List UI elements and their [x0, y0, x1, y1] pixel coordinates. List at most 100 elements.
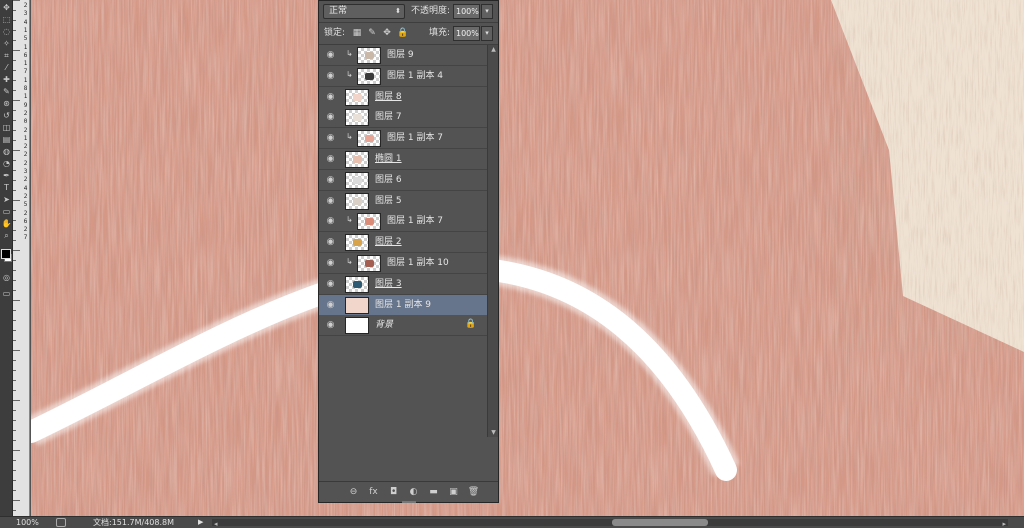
lock-position-icon[interactable]: ✥ — [381, 27, 393, 39]
healing-brush-icon[interactable]: ✚ — [1, 74, 12, 85]
layer-thumbnail[interactable] — [357, 255, 381, 272]
document-share-icon[interactable] — [56, 518, 66, 527]
marquee-icon[interactable]: ⬚ — [1, 14, 12, 25]
blur-icon[interactable]: ◍ — [1, 146, 12, 157]
layer-thumbnail[interactable] — [345, 171, 369, 189]
layer-row[interactable]: ◉ 图层 7 — [319, 107, 487, 129]
visibility-eye-icon[interactable]: ◉ — [325, 216, 336, 227]
layer-name[interactable]: 椭圆 1 — [375, 153, 402, 166]
layer-thumbnail[interactable] — [345, 109, 369, 127]
layer-thumbnail[interactable] — [345, 192, 369, 210]
layer-row[interactable]: ◉ ↳ 图层 1 副本 4 — [319, 65, 487, 87]
lasso-icon[interactable]: ◌ — [1, 26, 12, 37]
lock-transparent-pixels-icon[interactable]: ▦ — [351, 27, 363, 39]
layer-thumbnail[interactable] — [345, 296, 369, 314]
visibility-eye-icon[interactable]: ◉ — [325, 50, 336, 61]
add-mask-icon[interactable]: ◘ — [387, 486, 400, 499]
delete-layer-trash-icon[interactable]: 🗑 — [467, 486, 480, 499]
layer-name[interactable]: 图层 1 副本 7 — [387, 215, 443, 228]
layer-thumbnail[interactable] — [345, 234, 369, 252]
layer-name[interactable]: 图层 7 — [375, 111, 402, 124]
layer-thumbnail[interactable] — [345, 275, 369, 293]
layer-name[interactable]: 图层 1 副本 10 — [387, 257, 449, 270]
hand-icon[interactable]: ✋ — [1, 218, 12, 229]
layer-name[interactable]: 图层 1 副本 7 — [387, 132, 443, 145]
layer-name[interactable]: 图层 5 — [375, 195, 402, 208]
foreground-color-swatch[interactable] — [1, 249, 11, 259]
lock-image-pixels-icon[interactable]: ✎ — [366, 27, 378, 39]
opacity-dropdown-button[interactable]: ▾ — [481, 4, 493, 19]
layers-scrollbar[interactable]: ▲ ▼ — [487, 45, 498, 437]
scroll-left-arrow-icon[interactable]: ◂ — [214, 519, 218, 528]
document-canvas[interactable] — [31, 0, 1024, 516]
status-menu-arrow-icon[interactable]: ▶ — [198, 517, 203, 528]
layer-row[interactable]: ◉ ↳ 图层 1 副本 10 — [319, 253, 487, 274]
layer-row[interactable]: ◉ 图层 3 — [319, 273, 487, 295]
visibility-eye-icon[interactable]: ◉ — [325, 258, 336, 269]
visibility-eye-icon[interactable]: ◉ — [325, 237, 336, 248]
layer-row[interactable]: ◉ 背景 🔒 — [319, 315, 487, 337]
layer-row[interactable]: ◉ ↳ 图层 9 — [319, 45, 487, 66]
layer-thumbnail[interactable] — [357, 130, 381, 148]
scroll-up-arrow-icon[interactable]: ▲ — [489, 46, 498, 53]
quick-select-icon[interactable]: ✧ — [1, 38, 12, 49]
visibility-eye-icon[interactable]: ◉ — [325, 320, 336, 331]
screen-mode-icon[interactable]: ▭ — [1, 288, 12, 299]
dodge-icon[interactable]: ◔ — [1, 158, 12, 169]
path-select-icon[interactable]: ➤ — [1, 194, 12, 205]
visibility-eye-icon[interactable]: ◉ — [325, 196, 336, 207]
type-icon[interactable]: T — [1, 182, 12, 193]
horizontal-scroll-thumb[interactable] — [612, 519, 708, 526]
zoom-icon[interactable]: ⌕ — [1, 230, 12, 241]
zoom-level[interactable]: 100% — [16, 517, 39, 528]
visibility-eye-icon[interactable]: ◉ — [325, 133, 336, 144]
layer-name[interactable]: 图层 3 — [375, 278, 402, 291]
layer-name[interactable]: 图层 9 — [387, 49, 414, 62]
layer-row[interactable]: ◉ 椭圆 1 — [319, 149, 487, 170]
layer-row[interactable]: ◉ 图层 2 — [319, 232, 487, 254]
crop-icon[interactable]: ⌗ — [1, 50, 12, 61]
new-layer-icon[interactable]: ▣ — [447, 486, 460, 499]
visibility-eye-icon[interactable]: ◉ — [325, 175, 336, 186]
layer-thumbnail[interactable] — [357, 67, 381, 85]
opacity-input[interactable]: 100% — [453, 4, 480, 19]
layer-name[interactable]: 图层 1 副本 9 — [375, 299, 431, 312]
move-icon[interactable]: ✥ — [1, 2, 12, 13]
layer-thumbnail[interactable] — [345, 88, 369, 106]
fill-dropdown-button[interactable]: ▾ — [481, 26, 493, 41]
shape-icon[interactable]: ▭ — [1, 206, 12, 217]
layer-name[interactable]: 背景 — [375, 319, 393, 332]
layer-name[interactable]: 图层 8 — [375, 91, 402, 104]
layer-row[interactable]: ◉ ↳ 图层 1 副本 7 — [319, 128, 487, 150]
visibility-eye-icon[interactable]: ◉ — [325, 71, 336, 82]
quick-mask-icon[interactable]: ◎ — [1, 272, 12, 283]
layer-name[interactable]: 图层 6 — [375, 174, 402, 187]
layer-name[interactable]: 图层 1 副本 4 — [387, 70, 443, 83]
visibility-eye-icon[interactable]: ◉ — [325, 279, 336, 290]
panel-resize-grip[interactable] — [402, 501, 416, 503]
layer-thumbnail[interactable] — [357, 47, 381, 64]
visibility-eye-icon[interactable]: ◉ — [325, 112, 336, 123]
layer-row[interactable]: ◉ 图层 1 副本 9 — [319, 294, 487, 316]
layer-row[interactable]: ◉ ↳ 图层 1 副本 7 — [319, 211, 487, 233]
visibility-eye-icon[interactable]: ◉ — [325, 154, 336, 165]
gradient-icon[interactable]: ▤ — [1, 134, 12, 145]
scroll-right-arrow-icon[interactable]: ▸ — [1002, 519, 1006, 528]
layer-row[interactable]: ◉ 图层 5 — [319, 190, 487, 212]
adjustment-layer-icon[interactable]: ◐ — [407, 486, 420, 499]
lock-all-icon[interactable]: 🔒 — [397, 27, 409, 39]
link-layers-icon[interactable]: ⊖ — [347, 486, 360, 499]
fill-input[interactable]: 100% — [453, 26, 480, 41]
scroll-down-arrow-icon[interactable]: ▼ — [489, 429, 498, 436]
blend-mode-select[interactable]: 正常 ⬍ — [323, 4, 405, 19]
layer-thumbnail[interactable] — [357, 213, 381, 231]
history-brush-icon[interactable]: ↺ — [1, 110, 12, 121]
clone-stamp-icon[interactable]: ⊛ — [1, 98, 12, 109]
visibility-eye-icon[interactable]: ◉ — [325, 300, 336, 311]
eraser-icon[interactable]: ◫ — [1, 122, 12, 133]
horizontal-scrollbar[interactable]: ◂ ▸ — [212, 519, 1008, 528]
layer-thumbnail[interactable] — [345, 317, 369, 335]
layer-thumbnail[interactable] — [345, 151, 369, 168]
layer-style-fx-icon[interactable]: fx — [367, 486, 380, 499]
layer-row[interactable]: ◉ 图层 6 — [319, 169, 487, 191]
